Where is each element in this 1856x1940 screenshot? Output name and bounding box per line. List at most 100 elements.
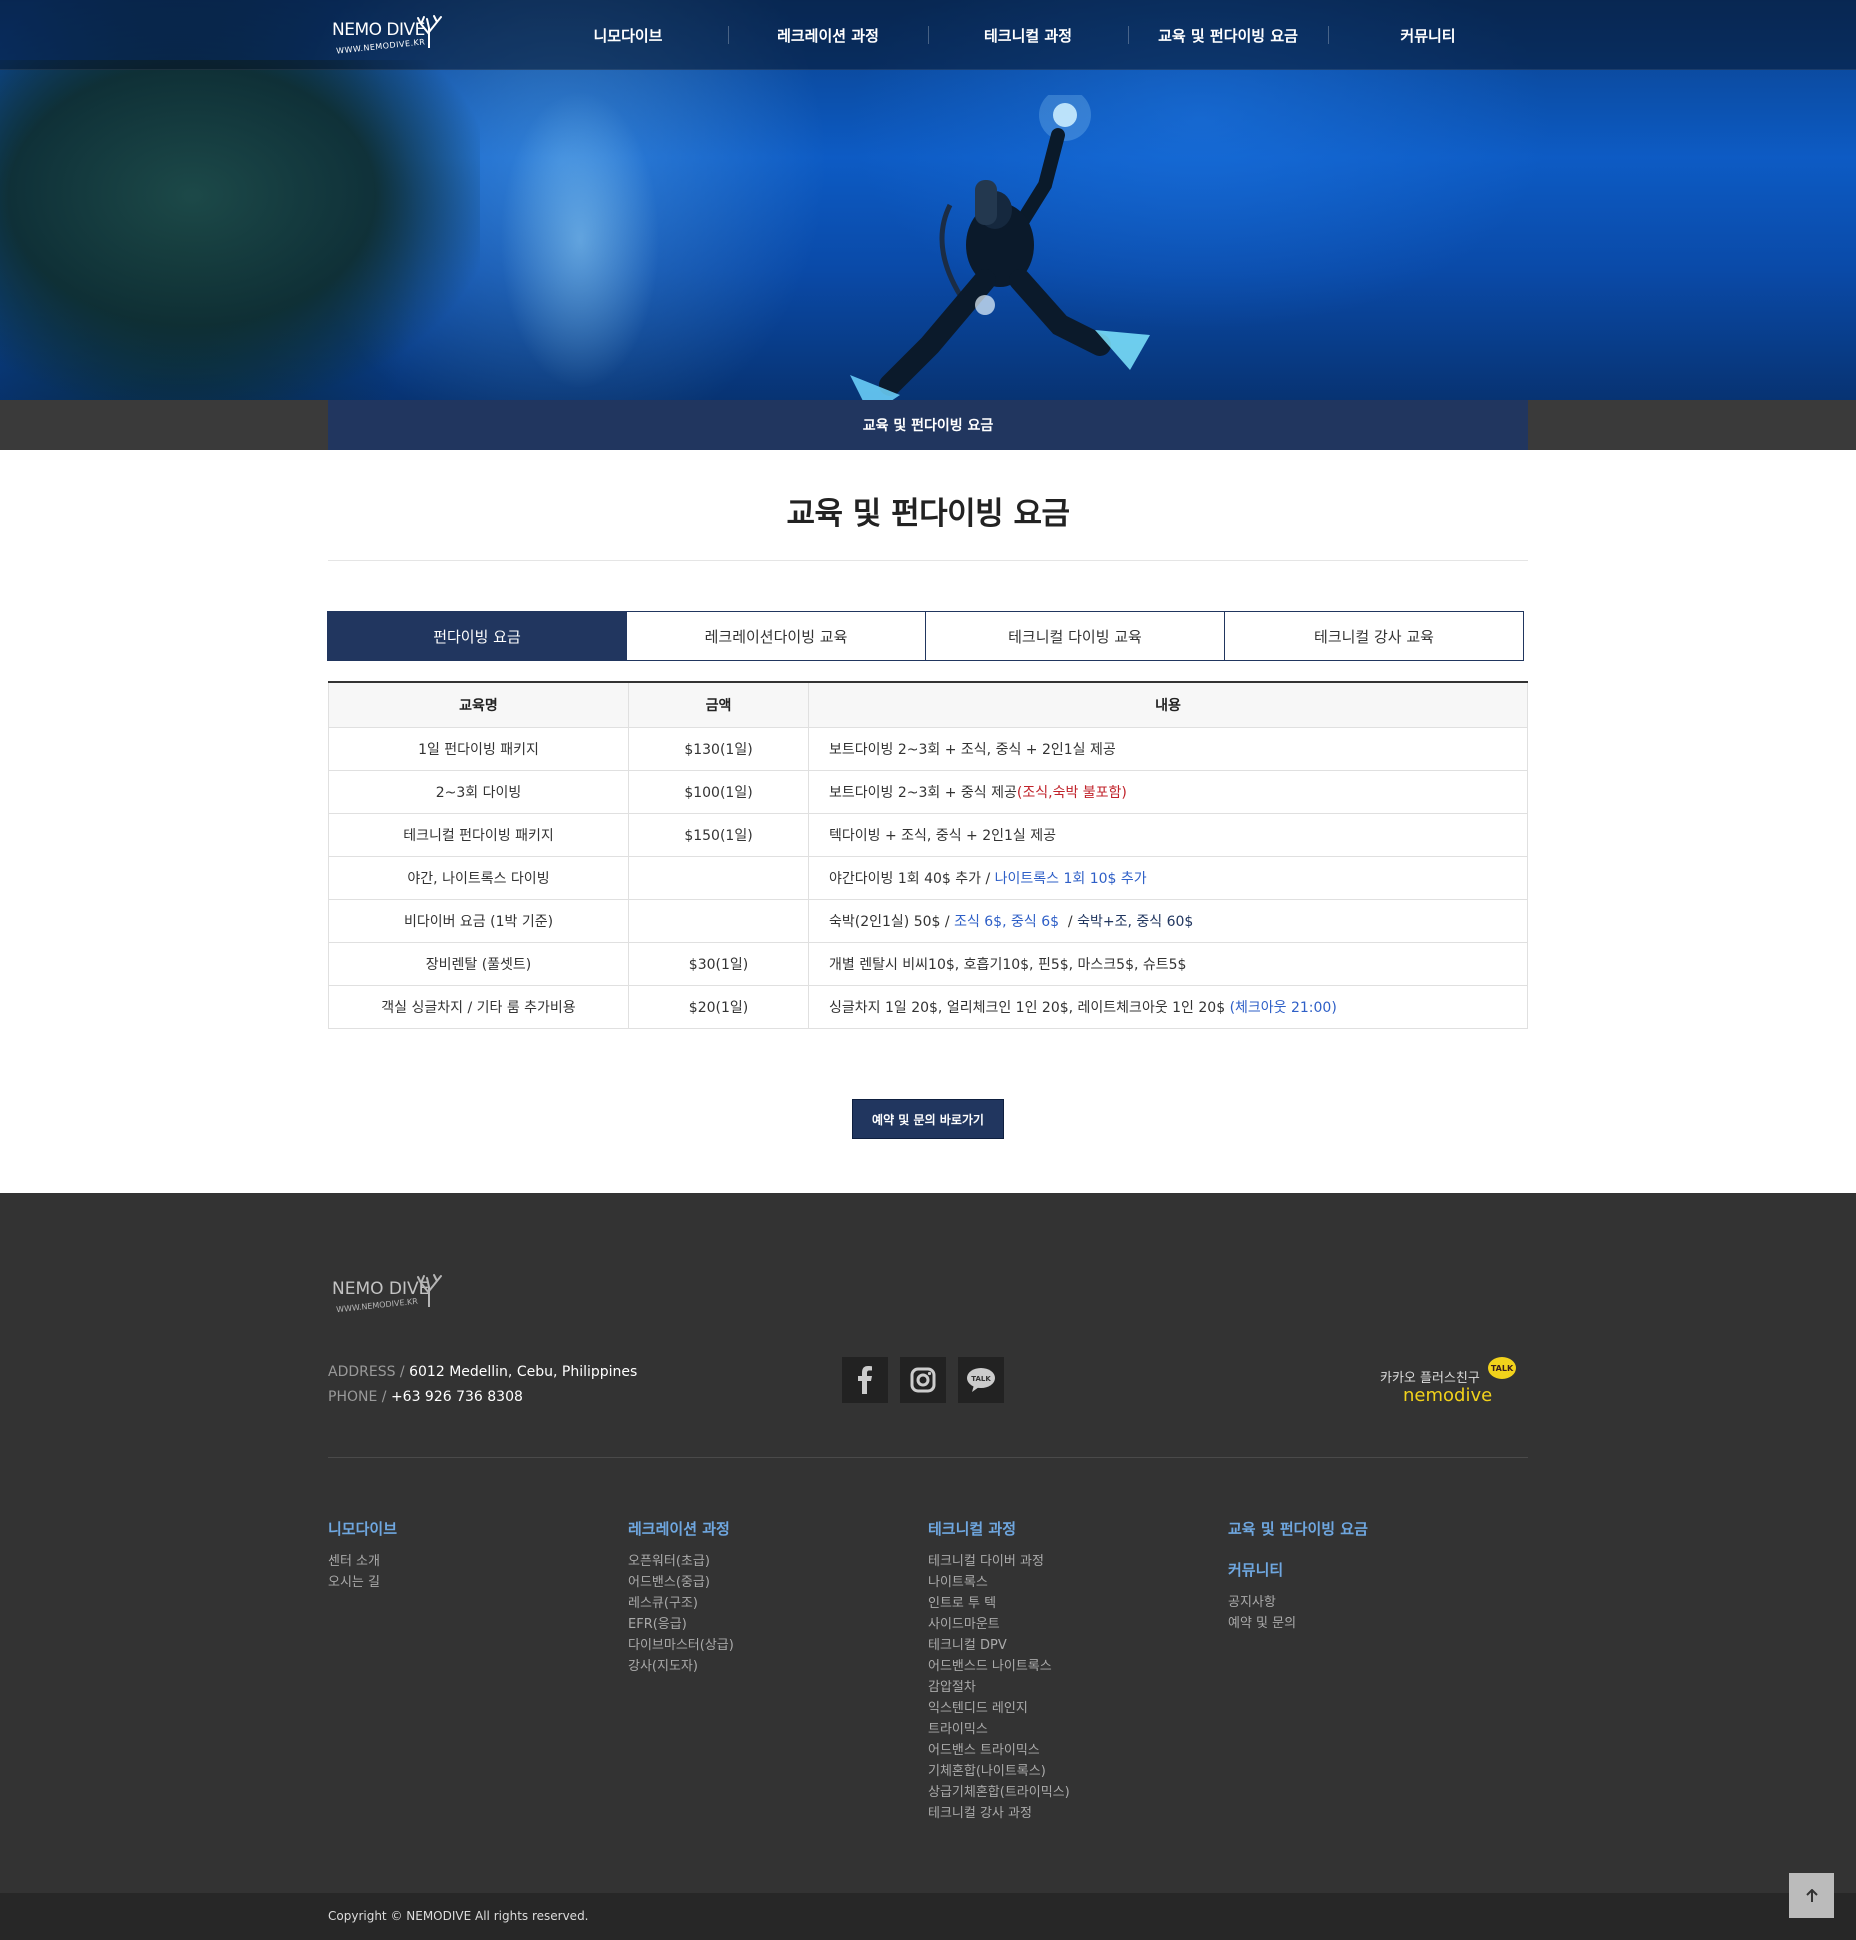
nav-recreation[interactable]: 레크레이션 과정 [728, 0, 928, 70]
footer: NEMO DIVE WWW.NEMODIVE.KR ADDRESS / 6012… [0, 1193, 1856, 1893]
nav-pricing[interactable]: 교육 및 펀다이빙 요금 [1128, 0, 1328, 70]
tab-fun-diving[interactable]: 펀다이빙 요금 [327, 611, 627, 661]
footer-heading[interactable]: 니모다이브 [328, 1518, 397, 1539]
logo-wordmark: NEMO DIVE [332, 20, 425, 40]
footer-heading[interactable]: 테크니컬 과정 [928, 1518, 1070, 1539]
desc-text: 개별 렌탈시 비씨10$, 호흡기10$, 핀5$, 마스크5$, 슈트5$ [829, 956, 1187, 973]
cell-price [628, 898, 809, 943]
column-header-price: 금액 [628, 681, 809, 728]
desc-note-blue: 조식 6$, 중식 6$ [954, 913, 1060, 930]
reservation-button[interactable]: 예약 및 문의 바로가기 [852, 1099, 1004, 1139]
footer-link[interactable]: 익스텐디드 레인지 [928, 1698, 1070, 1719]
facebook-link[interactable] [842, 1357, 888, 1403]
kakaotalk-icon: TALK [967, 1368, 995, 1392]
kakao-talk-badge-icon: TALK [1488, 1357, 1516, 1379]
footer-heading[interactable]: 커뮤니티 [1228, 1559, 1368, 1580]
desc-text: 텍다이빙 + 조식, 중식 + 2인1실 제공 [829, 827, 1056, 844]
bubbles [500, 90, 660, 390]
desc-note-blue: (체크아웃 21:00) [1229, 999, 1337, 1016]
desc-text: 야간다이빙 1회 40$ 추가 / [829, 870, 995, 887]
footer-link[interactable]: 다이브마스터(상급) [628, 1635, 734, 1656]
footer-link[interactable]: 레스큐(구조) [628, 1593, 734, 1614]
copyright-text: Copyright © NEMODIVE All rights reserved… [328, 1909, 589, 1923]
table-row: 객실 싱글차지 / 기타 룸 추가비용 $20(1일) 싱글차지 1일 20$,… [328, 984, 1528, 1029]
footer-link[interactable]: 사이드마운트 [928, 1614, 1070, 1635]
footer-col-technical: 테크니컬 과정 테크니컬 다이버 과정 나이트록스 인트로 투 텍 사이드마운트… [928, 1518, 1070, 1824]
footer-link[interactable]: 테크니컬 DPV [928, 1635, 1070, 1656]
table-row: 1일 펀다이빙 패키지 $130(1일) 보트다이빙 2~3회 + 조식, 중식… [328, 726, 1528, 771]
cell-desc: 개별 렌탈시 비씨10$, 호흡기10$, 핀5$, 마스크5$, 슈트5$ [808, 941, 1528, 986]
site-logo[interactable]: NEMO DIVE WWW.NEMODIVE.KR [330, 14, 445, 56]
phone-line: PHONE / +63 926 736 8308 [328, 1385, 637, 1410]
coral-icon [417, 1274, 442, 1307]
scroll-to-top-button[interactable] [1789, 1873, 1834, 1918]
cell-price: $100(1일) [628, 769, 809, 814]
kakao-label: 카카오 플러스친구 [1380, 1371, 1480, 1386]
top-navigation: NEMO DIVE WWW.NEMODIVE.KR 니모다이브 레크레이션 과정… [0, 0, 1856, 70]
kakaotalk-link[interactable]: TALK [958, 1357, 1004, 1403]
cell-name: 2~3회 다이빙 [328, 769, 629, 814]
footer-link[interactable]: 오픈워터(초급) [628, 1551, 734, 1572]
footer-link[interactable]: 인트로 투 텍 [928, 1593, 1070, 1614]
tab-technical-education[interactable]: 테크니컬 다이빙 교육 [926, 611, 1225, 661]
footer-link[interactable]: 센터 소개 [328, 1551, 397, 1572]
cell-desc: 텍다이빙 + 조식, 중식 + 2인1실 제공 [808, 812, 1528, 857]
desc-note-red: (조식,숙박 불포함) [1016, 784, 1127, 801]
footer-link[interactable]: 트라이믹스 [928, 1719, 1070, 1740]
cell-name: 1일 펀다이빙 패키지 [328, 726, 629, 771]
cell-desc: 보트다이빙 2~3회 + 중식 제공(조식,숙박 불포함) [808, 769, 1528, 814]
instagram-link[interactable] [900, 1357, 946, 1403]
cell-price: $130(1일) [628, 726, 809, 771]
footer-logo[interactable]: NEMO DIVE WWW.NEMODIVE.KR [330, 1273, 445, 1318]
cell-name: 장비렌탈 (풀셋트) [328, 941, 629, 986]
footer-link[interactable]: 어드밴스(중급) [628, 1572, 734, 1593]
logo-url: WWW.NEMODIVE.KR [335, 37, 426, 56]
table-row: 테크니컬 펀다이빙 패키지 $150(1일) 텍다이빙 + 조식, 중식 + 2… [328, 812, 1528, 857]
footer-link[interactable]: 어드밴스드 나이트록스 [928, 1656, 1070, 1677]
table-row: 비다이버 요금 (1박 기준) 숙박(2인1실) 50$ / 조식 6$, 중식… [328, 898, 1528, 943]
kakao-plus-friend[interactable]: 카카오 플러스친구 nemodive TALK [1380, 1357, 1520, 1407]
footer-link[interactable]: 감압절차 [928, 1677, 1070, 1698]
social-links: TALK [842, 1357, 1004, 1403]
footer-link[interactable]: 테크니컬 다이버 과정 [928, 1551, 1070, 1572]
footer-link[interactable]: EFR(응급) [628, 1614, 734, 1635]
footer-link[interactable]: 예약 및 문의 [1228, 1613, 1368, 1634]
kakao-talk-text: TALK [971, 1375, 991, 1383]
footer-link[interactable]: 기체혼합(나이트록스) [928, 1761, 1070, 1782]
arrow-up-icon [1805, 1888, 1818, 1902]
diver-image [850, 95, 1150, 415]
footer-link[interactable]: 공지사항 [1228, 1592, 1368, 1613]
nav-nemodive[interactable]: 니모다이브 [528, 0, 728, 70]
address-line: ADDRESS / 6012 Medellin, Cebu, Philippin… [328, 1360, 637, 1385]
address-value: 6012 Medellin, Cebu, Philippines [409, 1364, 638, 1380]
footer-link[interactable]: 오시는 길 [328, 1572, 397, 1593]
footer-heading[interactable]: 레크레이션 과정 [628, 1518, 734, 1539]
cell-desc: 야간다이빙 1회 40$ 추가 / 나이트록스 1회 10$ 추가 [808, 855, 1528, 900]
footer-link[interactable]: 나이트록스 [928, 1572, 1070, 1593]
nav-community[interactable]: 커뮤니티 [1328, 0, 1528, 70]
nav-technical[interactable]: 테크니컬 과정 [928, 0, 1128, 70]
cell-desc: 보트다이빙 2~3회 + 조식, 중식 + 2인1실 제공 [808, 726, 1528, 771]
copyright-bar: Copyright © NEMODIVE All rights reserved… [0, 1893, 1856, 1940]
cell-price: $150(1일) [628, 812, 809, 857]
column-header-name: 교육명 [328, 681, 629, 728]
tab-recreation-education[interactable]: 레크레이션다이빙 교육 [627, 611, 926, 661]
footer-link[interactable]: 테크니컬 강사 과정 [928, 1803, 1070, 1824]
sub-banner-label: 교육 및 펀다이빙 요금 [328, 400, 1528, 450]
reef-wall [0, 60, 480, 400]
price-table: 교육명 금액 내용 1일 펀다이빙 패키지 $130(1일) 보트다이빙 2~3… [328, 681, 1528, 1029]
phone-label: PHONE / [328, 1389, 391, 1405]
footer-link[interactable]: 어드밴스 트라이믹스 [928, 1740, 1070, 1761]
tab-technical-instructor[interactable]: 테크니컬 강사 교육 [1225, 611, 1524, 661]
pricing-tabs: 펀다이빙 요금 레크레이션다이빙 교육 테크니컬 다이빙 교육 테크니컬 강사 … [327, 611, 1524, 661]
hero-banner: NEMO DIVE WWW.NEMODIVE.KR 니모다이브 레크레이션 과정… [0, 0, 1856, 450]
footer-link[interactable]: 상급기체혼합(트라이믹스) [928, 1782, 1070, 1803]
desc-note-blue: 나이트록스 1회 10$ 추가 [994, 870, 1147, 887]
desc-note-navy: 숙박+조, 중식 60$ [1077, 913, 1194, 930]
footer-link[interactable]: 강사(지도자) [628, 1656, 734, 1677]
footer-divider [328, 1457, 1528, 1458]
desc-text: 보트다이빙 2~3회 + 조식, 중식 + 2인1실 제공 [829, 741, 1116, 758]
table-row: 야간, 나이트록스 다이빙 야간다이빙 1회 40$ 추가 / 나이트록스 1회… [328, 855, 1528, 900]
footer-heading[interactable]: 교육 및 펀다이빙 요금 [1228, 1518, 1368, 1539]
main-nav: 니모다이브 레크레이션 과정 테크니컬 과정 교육 및 펀다이빙 요금 커뮤니티 [528, 0, 1528, 70]
